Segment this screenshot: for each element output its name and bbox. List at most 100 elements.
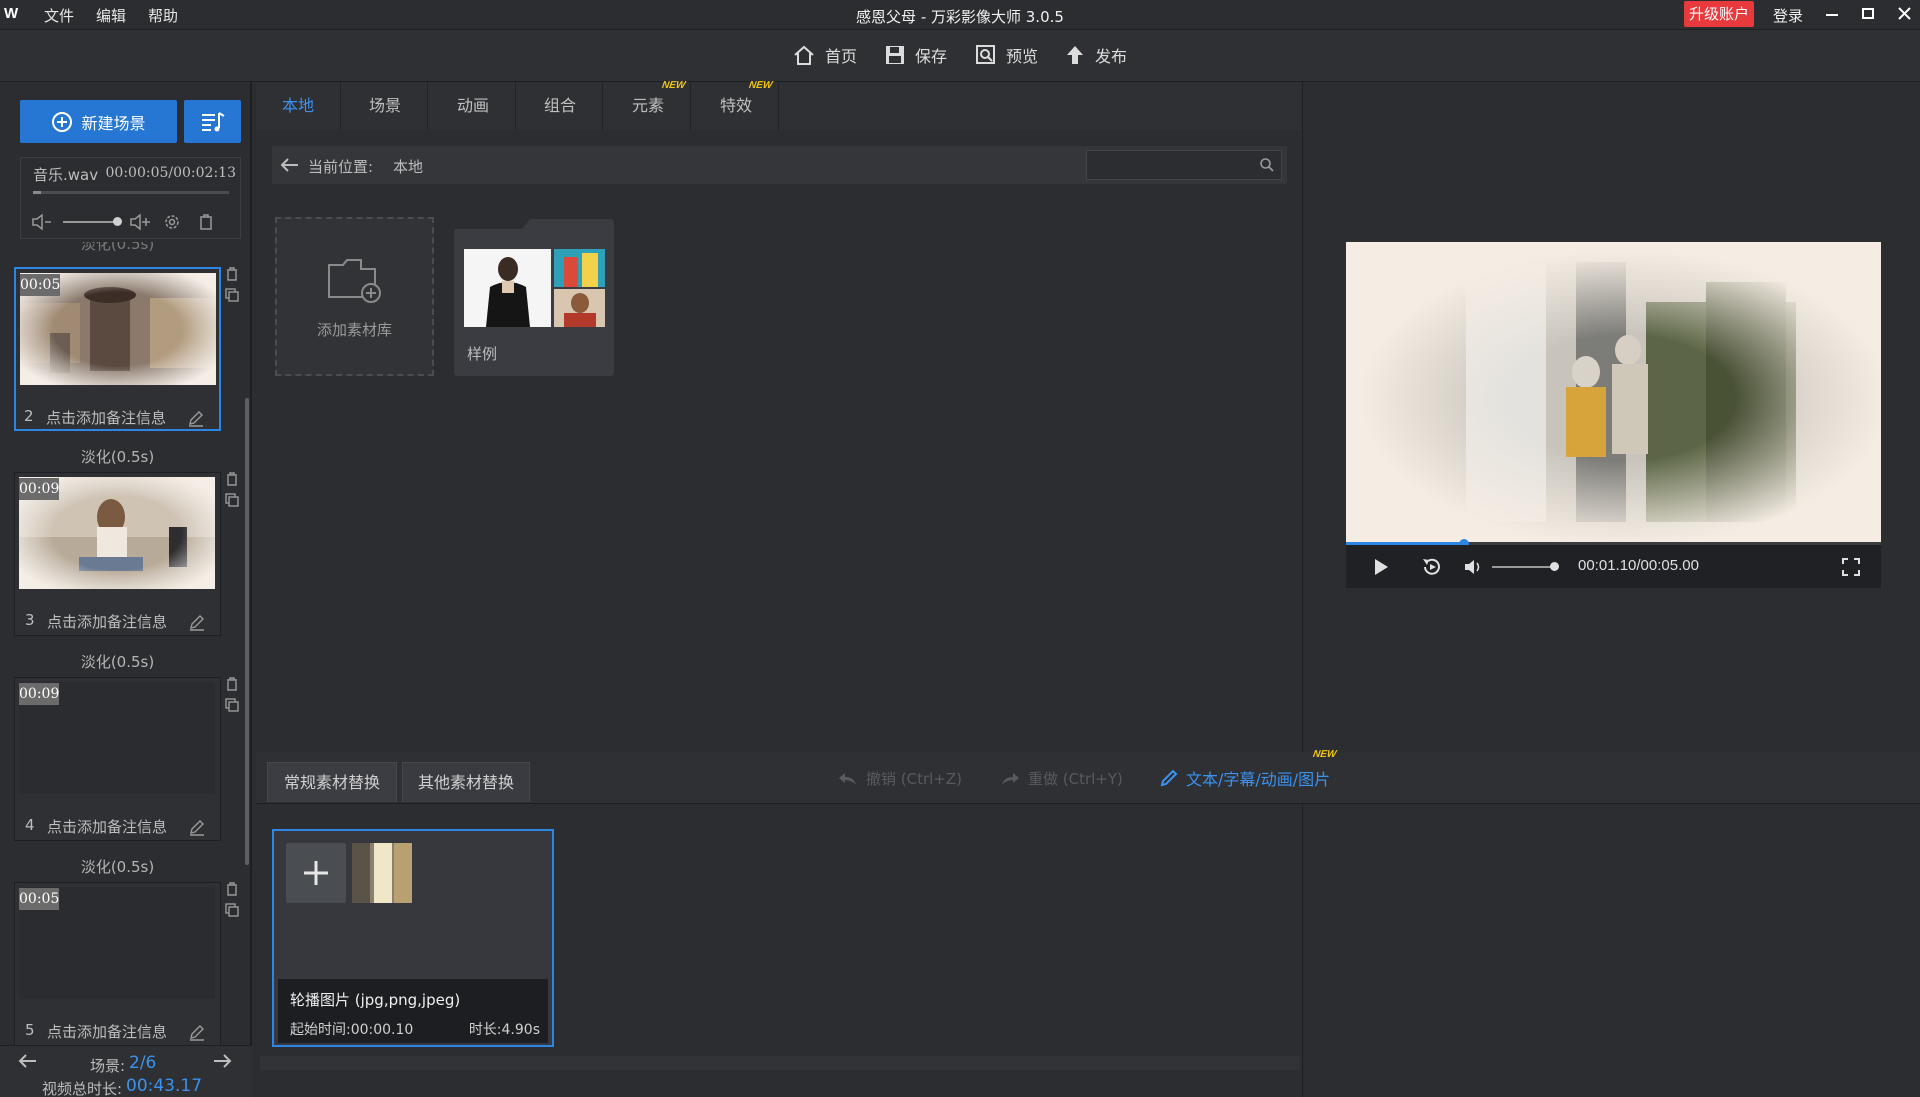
tab-scene[interactable]: 场景 [343,82,428,130]
close-icon[interactable] [1893,3,1917,25]
save-icon [884,44,906,66]
sample-folder[interactable]: 样例 [454,217,614,376]
scene-note[interactable]: 5 点击添加备注信息 [15,1019,220,1043]
delete-scene-icon[interactable] [225,882,239,896]
publish-button[interactable]: 发布 [1064,42,1127,68]
card-start-time: 起始时间:00:00.10 [290,1022,414,1038]
edit-note-icon[interactable] [187,409,205,427]
scene-index: 5 [25,1021,35,1039]
save-button[interactable]: 保存 [884,42,947,68]
tab-combo[interactable]: 组合 [518,82,603,130]
transition-label[interactable]: 淡化(0.5s) [14,856,221,877]
main-toolbar [0,29,1920,82]
transition-label-partial[interactable]: 淡化(0.5s) [14,242,221,252]
scene-index: 4 [25,816,35,834]
text-subtitle-link[interactable]: 文本/字幕/动画/图片 [1160,766,1330,790]
undo-label: 撤销 (Ctrl+Z) [866,770,963,788]
fullscreen-icon[interactable] [1841,557,1861,577]
plus-icon [304,861,328,885]
scene-card-4[interactable]: 00:09 4 点击添加备注信息 [14,677,221,841]
tab-regular-replace[interactable]: 常规素材替换 [267,762,397,802]
tab-animation[interactable]: 动画 [431,82,516,130]
new-scene-label: 新建场景 [81,113,146,133]
music-filename: 音乐.wav [33,166,99,184]
music-list-button[interactable] [184,100,241,143]
folder-thumbnail [554,249,605,287]
scene-duration-badge: 00:05 [19,888,59,910]
play-icon[interactable] [1372,557,1390,577]
undo-button[interactable]: 撤销 (Ctrl+Z) [838,768,962,789]
music-track-panel: 音乐.wav 00:00:05/00:02:13 [20,157,241,239]
scene-card-3[interactable]: 00:09 3 点击添加备注信息 [14,472,221,636]
login-button[interactable]: 登录 [1773,5,1803,26]
scene-duration-badge: 00:05 [20,274,60,296]
scene-duration-badge: 00:09 [19,683,59,705]
add-library-button[interactable]: 添加素材库 [275,217,434,376]
scene-list-scrollbar[interactable] [245,398,249,865]
tab-other-replace[interactable]: 其他素材替换 [402,762,530,802]
copy-scene-icon[interactable] [225,493,239,507]
edit-note-icon[interactable] [188,613,206,631]
back-arrow-icon[interactable] [280,156,300,174]
transition-label[interactable]: 淡化(0.5s) [14,446,221,467]
upgrade-account-button[interactable]: 升级账户 [1684,1,1754,27]
total-duration-value: 00:43.17 [126,1076,203,1096]
next-scene-icon[interactable] [212,1052,232,1070]
card-info: 轮播图片 (jpg,png,jpeg) 起始时间:00:00.10 时长:4.9… [278,979,548,1043]
new-scene-button[interactable]: 新建场景 [20,100,177,143]
folder-label: 样例 [467,345,498,363]
volume-icon[interactable] [1463,557,1483,577]
scene-note[interactable]: 4 点击添加备注信息 [15,814,220,838]
search-icon[interactable] [1259,157,1275,173]
location-label: 当前位置: [308,158,374,176]
video-preview[interactable] [1346,242,1881,542]
transition-label[interactable]: 淡化(0.5s) [14,651,221,672]
replay-icon[interactable] [1420,556,1444,578]
redo-button[interactable]: 重做 (Ctrl+Y) [1000,768,1123,789]
home-button[interactable]: 首页 [792,42,857,68]
location-value: 本地 [393,158,424,176]
volume-up-icon[interactable] [127,212,155,232]
scene-card-2[interactable]: 00:05 2 点击添加备注信息 [14,267,221,431]
replace-horizontal-scrollbar[interactable] [260,1056,1300,1070]
card-duration: 时长:4.90s [468,1022,540,1038]
preview-icon [975,44,997,66]
copy-scene-icon[interactable] [225,288,239,302]
music-progress-bar[interactable] [33,191,229,194]
delete-scene-icon[interactable] [225,677,239,691]
edit-note-icon[interactable] [188,1023,206,1041]
upload-icon [1064,44,1086,66]
scene-note[interactable]: 3 点击添加备注信息 [15,609,220,633]
edit-note-icon[interactable] [188,818,206,836]
scene-note-text: 点击添加备注信息 [47,818,168,836]
minimize-icon[interactable] [1820,3,1844,25]
delete-scene-icon[interactable] [225,472,239,486]
tab-local[interactable]: 本地 [256,82,341,130]
maximize-icon[interactable] [1856,3,1880,25]
home-label: 首页 [825,47,858,66]
add-image-button[interactable] [286,843,346,903]
settings-icon[interactable] [161,212,183,232]
scene-count-label: 场景: [90,1057,126,1075]
delete-music-icon[interactable] [195,212,217,232]
preview-pane [1302,82,1920,1097]
carousel-image-card[interactable]: 轮播图片 (jpg,png,jpeg) 起始时间:00:00.10 时长:4.9… [272,829,554,1047]
preview-button[interactable]: 预览 [975,42,1038,68]
scene-card-5[interactable]: 00:05 5 点击添加备注信息 [14,882,221,1046]
library-search-input[interactable] [1086,150,1282,180]
volume-down-icon[interactable] [29,212,57,232]
preview-volume-slider[interactable] [1492,562,1559,571]
copy-scene-icon[interactable] [225,903,239,917]
music-volume-slider[interactable] [63,217,123,226]
new-badge: NEW [661,80,687,91]
save-label: 保存 [915,47,948,66]
preview-time: 00:01.10/00:05.00 [1578,557,1699,574]
carousel-image-thumbnail[interactable] [352,843,412,903]
add-folder-icon [327,257,383,303]
undo-icon [838,771,858,787]
music-list-icon [200,110,226,134]
scene-note[interactable]: 2 点击添加备注信息 [16,405,221,429]
copy-scene-icon[interactable] [225,698,239,712]
delete-scene-icon[interactable] [225,267,239,281]
prev-scene-icon[interactable] [18,1052,38,1070]
